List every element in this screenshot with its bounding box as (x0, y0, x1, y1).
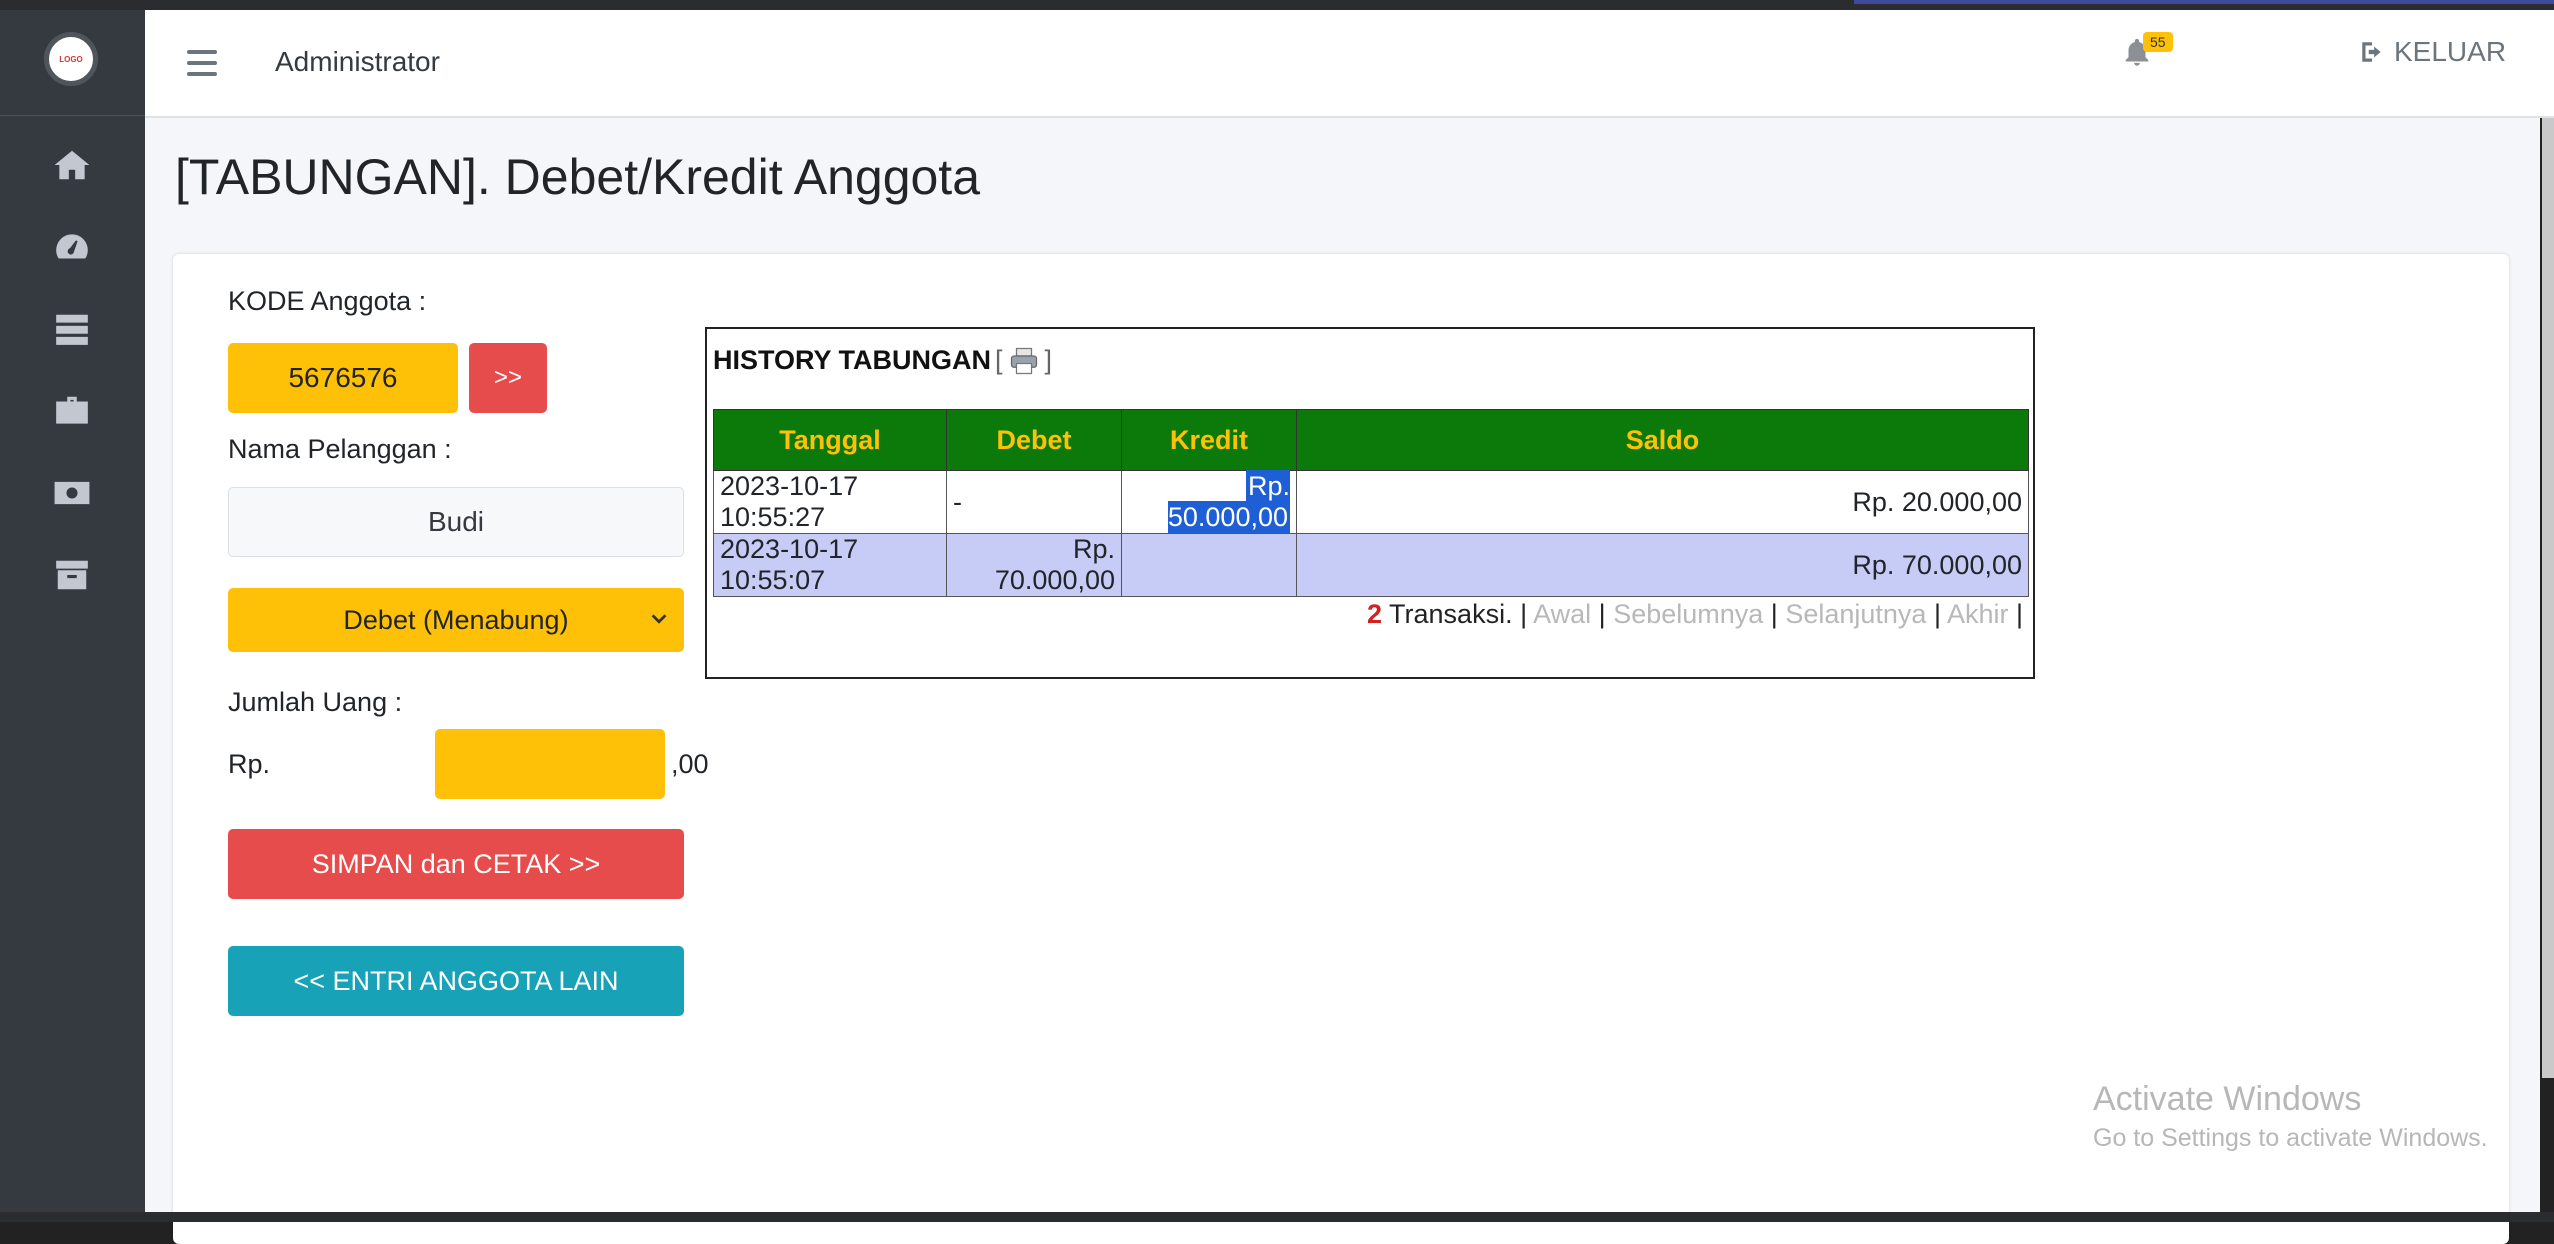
pager-prev-link[interactable]: Sebelumnya (1613, 599, 1763, 629)
logo-text: LOGO (59, 54, 83, 64)
home-icon (54, 150, 90, 180)
history-panel: HISTORY TABUNGAN [ ] Tanggal Debet Kredi… (705, 327, 2035, 679)
server-list-icon (56, 314, 88, 345)
history-table: Tanggal Debet Kredit Saldo 2023-10-17 10… (713, 409, 2029, 597)
bracket-close: ] (1044, 345, 1053, 375)
sidebar-divider (0, 115, 145, 116)
pager-next-link[interactable]: Selanjutnya (1785, 599, 1926, 629)
page-title: [TABUNGAN]. Debet/Kredit Anggota (175, 149, 981, 205)
brand-logo[interactable]: LOGO (44, 32, 98, 86)
jenis-transaksi-select[interactable]: Debet (Menabung) (228, 588, 684, 652)
selected-text: Rp. 50.000,00 (1167, 470, 1290, 533)
history-title: HISTORY TABUNGAN [ ] (713, 345, 1052, 376)
logout-link[interactable]: KELUAR (2358, 36, 2506, 68)
jumlah-suffix: ,00 (671, 749, 709, 779)
sidebar-item-archive[interactable] (52, 555, 92, 595)
page-scrollbar[interactable] (2542, 118, 2554, 1078)
cell-tanggal: 2023-10-17 10:55:07 (713, 533, 947, 597)
jumlah-label: Jumlah Uang : (228, 687, 403, 717)
jumlah-prefix: Rp. (228, 749, 271, 779)
history-title-text: HISTORY TABUNGAN (713, 345, 992, 375)
pager-sep: | (1763, 599, 1786, 629)
pager-sep: | (1926, 599, 1947, 629)
notification-badge: 55 (2143, 32, 2173, 52)
sidebar-item-home[interactable] (52, 145, 92, 185)
pager-first-link[interactable]: Awal (1533, 599, 1591, 629)
col-kredit[interactable]: Kredit (1121, 409, 1297, 471)
sidebar-item-money[interactable] (52, 473, 92, 513)
money-bill-icon (54, 481, 90, 505)
content-area: [TABUNGAN]. Debet/Kredit Anggota KODE An… (145, 118, 2540, 1244)
kode-anggota-input[interactable]: 5676576 (228, 343, 458, 413)
bottom-window-strip (0, 1212, 2554, 1222)
cell-debet: Rp. 70.000,00 (946, 533, 1122, 597)
sidebar-item-server[interactable] (52, 309, 92, 349)
pager-last-link[interactable]: Akhir (1947, 599, 2009, 629)
menu-toggle-icon[interactable] (187, 50, 217, 76)
cell-kredit (1121, 533, 1297, 597)
pager-sep: | (2008, 599, 2023, 629)
pager-sep: | (1591, 599, 1614, 629)
jumlah-uang-input[interactable] (435, 729, 665, 799)
col-tanggal[interactable]: Tanggal (713, 409, 947, 471)
pager-sep: | (1512, 599, 1534, 629)
jenis-selected-label: Debet (Menabung) (343, 604, 569, 635)
archive-box-icon (56, 560, 88, 590)
kode-label: KODE Anggota : (228, 286, 427, 316)
bracket-open: [ (995, 345, 1003, 375)
table-row: 2023-10-17 10:55:27 - Rp. 50.000,00 Rp. … (713, 470, 2029, 534)
nama-label: Nama Pelanggan : (228, 434, 452, 464)
tabungan-card: KODE Anggota : 5676576 >> Nama Pelanggan… (173, 254, 2509, 1244)
windows-watermark-subtitle: Go to Settings to activate Windows. (2093, 1124, 2488, 1152)
sidebar-item-briefcase[interactable] (52, 391, 92, 431)
cari-anggota-button[interactable]: >> (469, 343, 547, 413)
table-row: 2023-10-17 10:55:07 Rp. 70.000,00 Rp. 70… (713, 533, 2029, 597)
cell-debet: - (946, 470, 1122, 534)
nama-pelanggan-field[interactable]: Budi (228, 487, 684, 557)
dashboard-gauge-icon (56, 234, 88, 259)
windows-watermark-title: Activate Windows (2093, 1080, 2362, 1118)
pagination: 2 Transaksi. | Awal | Sebelumnya | Selan… (1367, 599, 2023, 630)
sidebar: LOGO (0, 10, 145, 1212)
chevron-down-icon (651, 614, 667, 624)
col-debet[interactable]: Debet (946, 409, 1122, 471)
transaction-count: 2 (1367, 599, 1383, 629)
printer-icon[interactable] (1007, 346, 1041, 376)
cell-kredit: Rp. 50.000,00 (1121, 470, 1297, 534)
simpan-cetak-button[interactable]: SIMPAN dan CETAK >> (228, 829, 684, 899)
cell-tanggal: 2023-10-17 10:55:27 (713, 470, 947, 534)
top-window-strip (0, 0, 2554, 10)
top-navbar: Administrator (145, 10, 2554, 118)
col-saldo[interactable]: Saldo (1296, 409, 2029, 471)
username-label: Administrator (275, 46, 440, 77)
table-header-row: Tanggal Debet Kredit Saldo (713, 409, 2029, 471)
entri-anggota-lain-button[interactable]: << ENTRI ANGGOTA LAIN (228, 946, 684, 1016)
transaction-count-label: Transaksi. (1382, 599, 1513, 629)
taskbar-highlight (1854, 0, 2554, 4)
sign-out-icon (2362, 42, 2381, 62)
logout-label: KELUAR (2394, 36, 2507, 67)
cell-saldo: Rp. 20.000,00 (1296, 470, 2029, 534)
cell-saldo: Rp. 70.000,00 (1296, 533, 2029, 597)
sidebar-item-dashboard[interactable] (52, 227, 92, 267)
briefcase-icon (56, 396, 88, 424)
